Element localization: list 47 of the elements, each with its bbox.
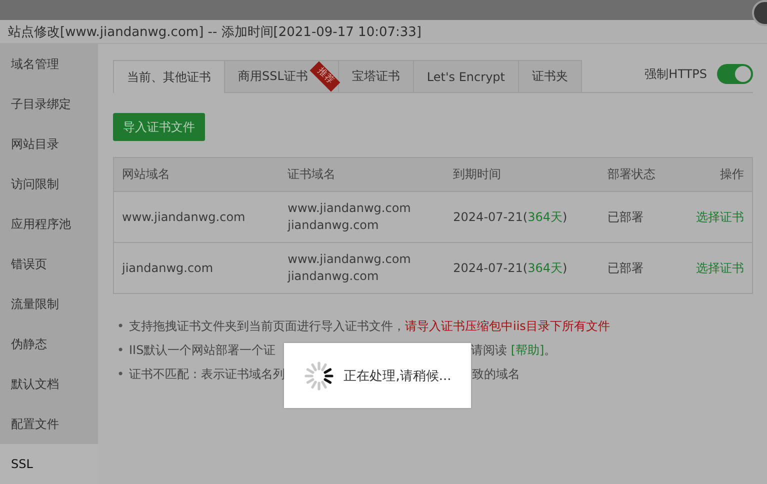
bullet-mark: • bbox=[117, 318, 126, 335]
force-https-label: 强制HTTPS bbox=[644, 66, 707, 82]
sidebar-item[interactable]: 域名管理 bbox=[0, 44, 98, 84]
column-header: 到期时间 bbox=[445, 158, 600, 192]
sidebar-item[interactable]: 错误页 bbox=[0, 244, 98, 284]
tab[interactable]: 当前、其他证书 bbox=[113, 60, 225, 93]
import-certificate-button[interactable]: 导入证书文件 bbox=[113, 113, 205, 141]
sidebar-item[interactable]: 配置文件 bbox=[0, 404, 98, 444]
loading-spinner-icon bbox=[304, 360, 334, 390]
bullet-mark: • bbox=[117, 342, 126, 359]
column-header: 部署状态 bbox=[600, 158, 676, 192]
table-cell: www.jiandanwg.com bbox=[114, 192, 280, 242]
sidebar-item[interactable]: 应用程序池 bbox=[0, 204, 98, 244]
window-title: 站点修改[www.jiandanwg.com] -- 添加时间[2021-09-17 10:07:33] bbox=[8, 24, 422, 40]
table-cell: 已部署 bbox=[600, 242, 676, 294]
select-certificate-link[interactable]: 选择证书 bbox=[696, 260, 744, 274]
column-header: 网站域名 bbox=[114, 158, 280, 192]
help-link[interactable]: [帮助] bbox=[510, 343, 544, 357]
note-text: 支持拖拽证书文件夹到当前页面进行导入证书文件，请导入证书压缩包中iis目录下所有文件 bbox=[129, 318, 610, 335]
recommended-ribbon: 推荐 bbox=[310, 61, 340, 92]
note-text: 证书不匹配：表示证书域名列 bbox=[129, 366, 285, 383]
table-cell: 2024-07-21(364天) bbox=[445, 242, 600, 294]
table-cell: 2024-07-21(364天) bbox=[445, 192, 600, 242]
bullet-mark: • bbox=[117, 366, 126, 383]
loading-message: 正在处理,请稍候... bbox=[344, 368, 452, 384]
table-cell: 已部署 bbox=[600, 192, 676, 242]
tab[interactable]: 商用SSL证书 推荐 bbox=[225, 60, 339, 92]
column-header: 证书域名 bbox=[280, 158, 446, 192]
note-text: IIS默认一个网站部署一个证 bbox=[129, 342, 277, 359]
note-text: 请阅读 [帮助]。 bbox=[471, 342, 556, 359]
sidebar-item[interactable]: 子目录绑定 bbox=[0, 84, 98, 124]
sidebar-item[interactable]: 流量限制 bbox=[0, 284, 98, 324]
sidebar-item[interactable]: 网站目录 bbox=[0, 124, 98, 164]
force-https-toggle[interactable] bbox=[717, 64, 753, 84]
sidebar-item[interactable]: 伪静态 bbox=[0, 324, 98, 364]
note-text: 致的域名 bbox=[472, 366, 520, 383]
select-certificate-link[interactable]: 选择证书 bbox=[696, 210, 744, 224]
tab[interactable]: Let's Encrypt bbox=[414, 60, 519, 92]
sidebar-item[interactable]: SSL bbox=[0, 444, 98, 484]
table-cell: www.jiandanwg.com jiandanwg.com bbox=[280, 192, 446, 242]
sidebar-item[interactable]: 访问限制 bbox=[0, 164, 98, 204]
sidebar-item[interactable]: 默认文档 bbox=[0, 364, 98, 404]
tab[interactable]: 证书夹 bbox=[519, 60, 582, 92]
column-header: 操作 bbox=[676, 158, 752, 192]
table-cell: jiandanwg.com bbox=[114, 242, 280, 294]
table-cell: www.jiandanwg.com jiandanwg.com bbox=[280, 242, 446, 294]
tab[interactable]: 宝塔证书 bbox=[338, 60, 414, 92]
